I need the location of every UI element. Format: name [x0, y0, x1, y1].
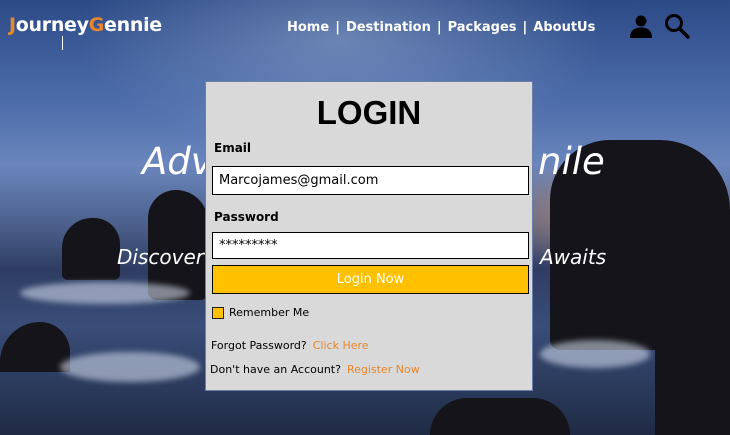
nav-destination[interactable]: Destination — [346, 20, 431, 35]
email-field[interactable] — [212, 166, 529, 195]
brand-logo[interactable]: JourneyGennie — [9, 14, 162, 36]
login-panel: LOGIN Email Password Login Now Remember … — [205, 81, 533, 391]
nav-aboutus[interactable]: AboutUs — [533, 20, 595, 35]
nav-separator: | — [522, 20, 528, 35]
forgot-password-link[interactable]: Click Here — [313, 339, 369, 352]
nav-home[interactable]: Home — [287, 20, 329, 35]
password-field[interactable] — [212, 232, 529, 259]
rock-front-right — [655, 300, 730, 435]
wave-foam — [20, 282, 190, 304]
divider — [62, 36, 63, 50]
hero-title: Adv nile — [142, 140, 605, 183]
rock-left — [62, 218, 120, 280]
email-label: Email — [214, 141, 252, 155]
login-button[interactable]: Login Now — [212, 265, 529, 294]
forgot-password-row: Forgot Password? Click Here — [211, 339, 369, 352]
register-row: Don't have an Account? Register Now — [210, 363, 420, 376]
brand-letter: G — [88, 14, 105, 36]
hero-title-right: nile — [538, 140, 605, 183]
search-icon[interactable] — [664, 13, 690, 39]
main-nav: Home | Destination | Packages | AboutUs — [287, 20, 595, 35]
remember-me[interactable]: Remember Me — [212, 306, 309, 319]
brand-letter: J — [9, 14, 16, 36]
brand-word: ennie — [104, 14, 162, 36]
forgot-password-text: Forgot Password? — [211, 339, 307, 352]
hero-title-left: Adv — [142, 140, 213, 183]
rock-front-bottom — [430, 398, 570, 435]
user-icon[interactable] — [629, 14, 653, 38]
hero-subtitle-right: Awaits — [540, 245, 607, 269]
hero-subtitle-left: Discover — [117, 245, 204, 269]
wave-foam — [60, 352, 200, 382]
wave-foam — [540, 340, 650, 368]
remember-checkbox[interactable] — [212, 306, 224, 319]
password-label: Password — [214, 210, 279, 224]
nav-separator: | — [335, 20, 340, 35]
login-heading: LOGIN — [316, 94, 422, 131]
remember-label: Remember Me — [229, 306, 310, 319]
nav-separator: | — [436, 20, 442, 35]
register-text: Don't have an Account? — [210, 363, 341, 376]
register-link[interactable]: Register Now — [347, 363, 420, 376]
brand-word: ourney — [15, 14, 89, 36]
nav-packages[interactable]: Packages — [448, 20, 517, 35]
